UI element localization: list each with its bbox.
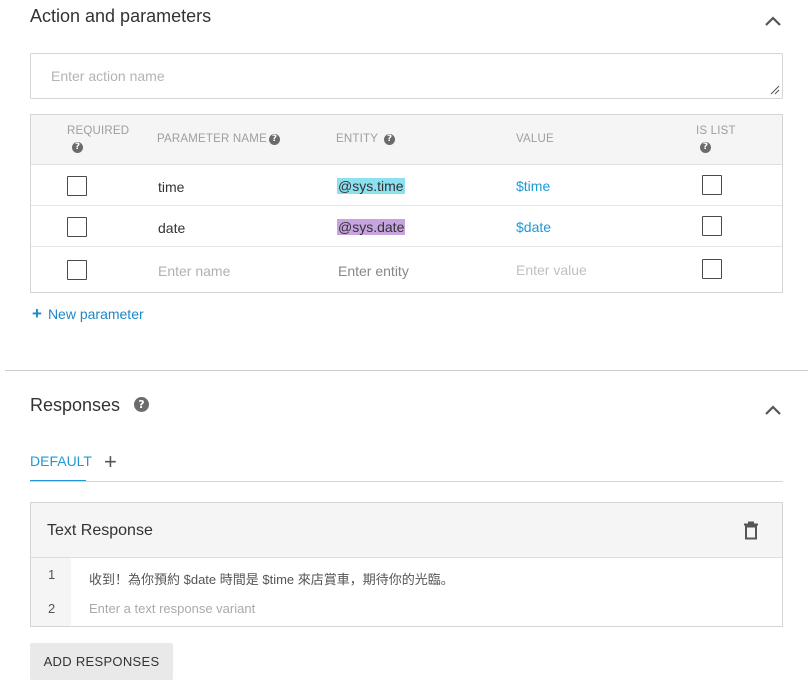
add-tab-button[interactable]: + [104,449,117,475]
parameter-value-input[interactable]: Enter value [516,262,587,278]
is-list-checkbox[interactable] [702,259,722,279]
action-section-title: Action and parameters [30,6,212,26]
chevron-up-icon [765,405,781,415]
tabs-divider [30,481,783,482]
chevron-up-icon [765,16,781,26]
header-parameter-name: PARAMETER NAME [157,133,267,145]
parameter-name-help-icon[interactable]: ? [269,134,280,145]
is-list-checkbox[interactable] [702,216,722,236]
text-response-card: Text Response 1 2 收到！為你預約 $date 時間是 $tim… [30,502,783,627]
line-number: 2 [48,601,56,616]
new-parameter-label: New parameter [47,306,144,322]
parameter-name[interactable]: time [158,179,184,195]
parameters-table: REQUIRED ? PARAMETER NAME ? ENTITY ? VAL… [30,114,783,293]
required-checkbox[interactable] [67,217,87,237]
header-is-list: IS LIST [696,125,736,137]
new-parameter-link[interactable]: + New parameter [32,304,144,324]
is-list-checkbox[interactable] [702,175,722,195]
required-checkbox[interactable] [67,260,87,280]
text-response-line[interactable]: 收到！為你預約 $date 時間是 $time 來店賞車，期待你的光臨。 [89,569,454,588]
required-checkbox[interactable] [67,176,87,196]
parameter-value[interactable]: $date [516,219,551,235]
line-number-gutter: 1 2 [31,558,71,626]
responses-section-title: Responses [30,395,121,415]
add-responses-button[interactable]: ADD RESPONSES [30,643,173,680]
parameter-row-date: date @sys.date $date [31,206,782,247]
parameter-entity[interactable]: @sys.date [337,219,406,235]
header-entity: ENTITY [336,133,379,145]
parameter-row-time: time @sys.time $time [31,165,782,206]
collapse-action-section-button[interactable] [763,14,783,28]
action-name-input[interactable] [30,53,783,99]
is-list-help-icon[interactable]: ? [700,142,711,153]
line-number: 1 [48,567,56,582]
parameter-entity[interactable]: @sys.time [337,178,405,194]
text-response-variant-input[interactable]: Enter a text response variant [89,601,255,616]
required-help-icon[interactable]: ? [72,142,83,153]
plus-icon: + [32,304,42,323]
collapse-responses-section-button[interactable] [763,403,783,417]
text-response-header: Text Response [31,503,782,558]
parameter-name[interactable]: date [158,220,185,236]
responses-help-icon[interactable]: ? [134,397,149,412]
header-value: VALUE [516,133,554,145]
tab-default[interactable]: DEFAULT [30,453,92,469]
parameter-row-new: Enter name Enter entity Enter value [31,247,782,292]
parameters-table-header: REQUIRED ? PARAMETER NAME ? ENTITY ? VAL… [31,115,782,165]
section-divider [5,370,808,371]
parameter-value[interactable]: $time [516,178,550,194]
trash-icon[interactable] [743,521,759,540]
header-required: REQUIRED [67,125,130,137]
entity-help-icon[interactable]: ? [384,134,395,145]
resize-grip-icon[interactable] [770,85,780,95]
parameter-name-input[interactable]: Enter name [158,263,230,279]
parameter-entity-input[interactable]: Enter entity [338,263,409,279]
text-response-title: Text Response [47,522,153,539]
